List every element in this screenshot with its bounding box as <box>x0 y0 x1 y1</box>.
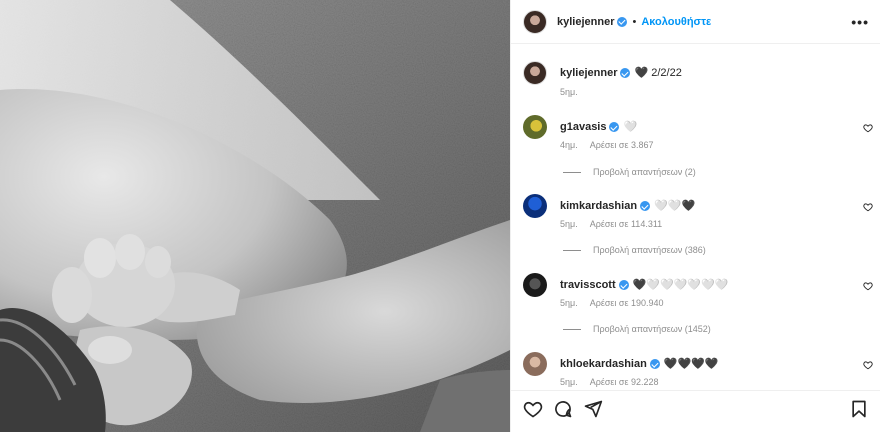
heart-icon[interactable] <box>863 123 873 133</box>
comment-text: 🤍🤍🖤 <box>654 200 696 212</box>
comment-icon[interactable] <box>553 399 573 419</box>
avatar[interactable] <box>523 115 547 139</box>
comment-text-line: khloekardashian 🖤🖤🖤🖤 <box>560 357 719 370</box>
comment-meta: 5ημ. Αρέσει σε 92.228 <box>560 377 671 387</box>
verified-badge-icon <box>649 359 660 370</box>
verified-badge-icon <box>640 201 651 212</box>
avatar[interactable] <box>523 194 547 218</box>
comment-likes[interactable]: Αρέσει σε 3.867 <box>590 140 654 150</box>
author-block: kyliejenner <box>557 16 628 28</box>
comment-text-line: kimkardashian 🤍🤍🖤 <box>560 199 695 212</box>
comment-likes[interactable]: Αρέσει σε 92.228 <box>590 377 659 387</box>
comment-text: 🖤🖤🖤🖤 <box>663 358 719 370</box>
post-photo[interactable] <box>0 0 510 432</box>
caption-row: kyliejenner 🖤 2/2/22 5ημ. <box>523 61 873 101</box>
avatar[interactable] <box>523 352 547 376</box>
verified-badge-icon <box>618 280 629 291</box>
heart-icon[interactable] <box>863 281 873 291</box>
comment-username[interactable]: kimkardashian <box>560 200 637 212</box>
comment-meta: 5ημ. Αρέσει σε 114.311 <box>560 219 674 229</box>
verified-badge-icon <box>617 16 628 27</box>
verified-badge-icon <box>609 122 620 133</box>
comment-row: travisscott 🖤🤍🤍🤍🤍🤍🤍 5ημ. Αρέσει σε 190.940… <box>523 273 873 339</box>
comment-time[interactable]: 5ημ. <box>560 377 578 387</box>
comment-row: khloekardashian 🖤🖤🖤🖤 5ημ. Αρέσει σε 92.228 <box>523 352 873 390</box>
caption-time[interactable]: 5ημ. <box>560 87 578 97</box>
follow-button[interactable]: Ακολουθήστε <box>641 16 711 28</box>
comment-text-line: g1avasis 🤍 <box>560 120 637 133</box>
view-replies-button[interactable]: Προβολή απαντήσεων (386) <box>563 245 706 255</box>
verified-badge-icon <box>620 68 631 79</box>
comment-time[interactable]: 5ημ. <box>560 219 578 229</box>
view-replies-button[interactable]: Προβολή απαντήσεων (1452) <box>563 324 711 334</box>
avatar[interactable] <box>523 9 547 34</box>
comment-likes[interactable]: Αρέσει σε 190.940 <box>590 298 664 308</box>
heart-icon[interactable] <box>863 360 873 370</box>
comment-time[interactable]: 4ημ. <box>560 140 578 150</box>
comment-meta: 5ημ. Αρέσει σε 190.940 <box>560 298 676 308</box>
share-icon[interactable] <box>583 399 603 419</box>
comment-row: g1avasis 🤍 4ημ. Αρέσει σε 3.867 Προβολή απ… <box>523 115 873 181</box>
bookmark-icon[interactable] <box>849 399 869 419</box>
avatar[interactable] <box>523 61 547 85</box>
caption-username[interactable]: kyliejenner <box>560 67 617 79</box>
caption-text-line: kyliejenner 🖤 2/2/22 <box>560 66 682 79</box>
avatar[interactable] <box>523 273 547 297</box>
comment-text-line: travisscott 🖤🤍🤍🤍🤍🤍🤍 <box>560 278 729 291</box>
more-options-icon[interactable]: ••• <box>851 14 869 30</box>
comment-username[interactable]: g1avasis <box>560 121 606 133</box>
post-side-panel: kyliejenner • Ακολουθήστε ••• kyliejenne… <box>510 0 880 432</box>
author-username[interactable]: kyliejenner <box>557 16 614 28</box>
comment-time[interactable]: 5ημ. <box>560 298 578 308</box>
view-replies-button[interactable]: Προβολή απαντήσεων (2) <box>563 167 696 177</box>
post-header: kyliejenner • Ακολουθήστε ••• <box>511 0 880 44</box>
heart-icon[interactable] <box>863 202 873 212</box>
comment-username[interactable]: travisscott <box>560 279 616 291</box>
comment-likes[interactable]: Αρέσει σε 114.311 <box>590 219 662 229</box>
separator-dot: • <box>632 15 637 28</box>
comment-meta: 4ημ. Αρέσει σε 3.867 <box>560 140 666 150</box>
caption-text: 🖤 2/2/22 <box>634 67 682 79</box>
photo-image <box>0 0 510 432</box>
post-actions-bar <box>511 390 880 432</box>
comment-row: kimkardashian 🤍🤍🖤 5ημ. Αρέσει σε 114.311 Π… <box>523 194 873 260</box>
comment-username[interactable]: khloekardashian <box>560 358 647 370</box>
heart-icon[interactable] <box>523 399 543 419</box>
comments-list[interactable]: kyliejenner 🖤 2/2/22 5ημ. g1avasis 🤍 4ημ. Α… <box>511 45 880 390</box>
comment-text: 🤍 <box>623 121 638 133</box>
caption-meta: 5ημ. <box>560 87 590 97</box>
comment-text: 🖤🤍🤍🤍🤍🤍🤍 <box>632 279 729 291</box>
